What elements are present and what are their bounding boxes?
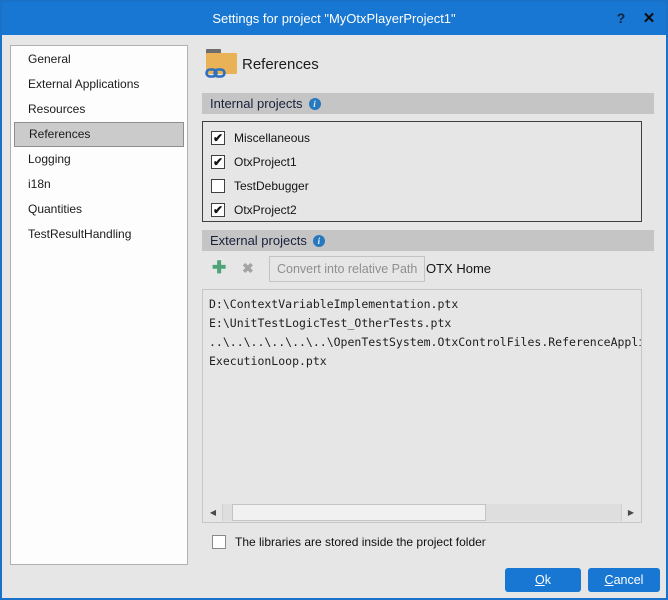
- libraries-checkbox-label: The libraries are stored inside the proj…: [235, 535, 486, 549]
- project-label: OtxProject2: [234, 203, 297, 217]
- chain-link-icon: [205, 67, 226, 79]
- internal-projects-list: ✔ Miscellaneous ✔ OtxProject1 TestDebugger ✔ O…: [202, 121, 642, 222]
- sidebar-item-testresulthandling[interactable]: TestResultHandling: [14, 222, 184, 247]
- libraries-checkbox[interactable]: [212, 535, 226, 549]
- sidebar-item-i18n[interactable]: i18n: [14, 172, 184, 197]
- cancel-button[interactable]: Cancel: [588, 568, 660, 592]
- project-checkbox[interactable]: ✔: [211, 155, 225, 169]
- convert-relative-path-button[interactable]: Convert into relative Path: [269, 256, 425, 282]
- info-icon[interactable]: i: [313, 235, 325, 247]
- external-projects-bar: External projectsi: [202, 230, 654, 251]
- info-icon[interactable]: i: [309, 98, 321, 110]
- path-line: ..\..\..\..\..\..\OpenTestSystem.OtxCont…: [209, 333, 641, 352]
- sidebar-item-external-applications[interactable]: External Applications: [14, 72, 184, 97]
- sidebar-item-references[interactable]: References: [14, 122, 184, 147]
- project-row[interactable]: ✔ OtxProject2: [203, 200, 641, 219]
- external-projects-title: External projectsi: [210, 230, 325, 251]
- project-row[interactable]: TestDebugger: [203, 176, 641, 195]
- internal-projects-title: Internal projectsi: [210, 93, 321, 114]
- scroll-left-icon[interactable]: ◀: [204, 504, 223, 521]
- sidebar-item-quantities[interactable]: Quantities: [14, 197, 184, 222]
- otx-home-button[interactable]: OTX Home: [422, 256, 495, 282]
- close-icon[interactable]: ✕: [636, 2, 662, 35]
- scroll-right-icon[interactable]: ▶: [621, 504, 640, 521]
- page-title: References: [242, 56, 319, 73]
- path-line: D:\ContextVariableImplementation.ptx: [209, 295, 641, 314]
- horizontal-scrollbar[interactable]: ◀ ▶: [204, 504, 640, 521]
- title-bar: Settings for project "MyOtxPlayerProject…: [2, 2, 666, 35]
- ok-button[interactable]: Ok: [505, 568, 581, 592]
- libraries-checkbox-row[interactable]: The libraries are stored inside the proj…: [212, 535, 486, 549]
- project-row[interactable]: ✔ OtxProject1: [203, 152, 641, 171]
- external-paths-text: D:\ContextVariableImplementation.ptxE:\U…: [209, 295, 641, 371]
- content-panel: References Internal projectsi ✔ Miscellan…: [200, 37, 652, 598]
- references-folder-link-icon: [206, 49, 238, 79]
- sidebar-item-resources[interactable]: Resources: [14, 97, 184, 122]
- internal-projects-bar: Internal projectsi: [202, 93, 654, 114]
- project-checkbox[interactable]: ✔: [211, 203, 225, 217]
- project-label: TestDebugger: [234, 179, 309, 193]
- project-row[interactable]: ✔ Miscellaneous: [203, 128, 641, 147]
- project-label: OtxProject1: [234, 155, 297, 169]
- window-title: Settings for project "MyOtxPlayerProject…: [2, 2, 666, 35]
- remove-path-icon[interactable]: ✖: [242, 260, 254, 277]
- sidebar-item-general[interactable]: General: [14, 47, 184, 72]
- external-paths-box[interactable]: D:\ContextVariableImplementation.ptxE:\U…: [202, 289, 642, 523]
- project-label: Miscellaneous: [234, 131, 310, 145]
- path-line: E:\UnitTestLogicTest_OtherTests.ptx: [209, 314, 641, 333]
- settings-dialog: Settings for project "MyOtxPlayerProject…: [0, 0, 668, 600]
- project-checkbox[interactable]: [211, 179, 225, 193]
- project-checkbox[interactable]: ✔: [211, 131, 225, 145]
- path-line: ExecutionLoop.ptx: [209, 352, 641, 371]
- help-icon[interactable]: ?: [608, 2, 634, 35]
- external-projects-toolbar: ✚ ✖ Convert into relative Path OTX Home: [202, 256, 654, 284]
- sidebar-item-logging[interactable]: Logging: [14, 147, 184, 172]
- sidebar-nav: GeneralExternal ApplicationsResourcesRef…: [10, 45, 188, 565]
- scrollbar-thumb[interactable]: [232, 504, 486, 521]
- add-path-icon[interactable]: ✚: [212, 258, 226, 278]
